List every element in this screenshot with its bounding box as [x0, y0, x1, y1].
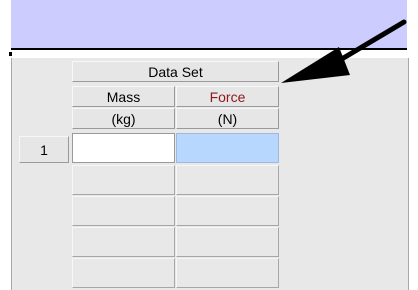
force-cell-row-4[interactable]	[176, 227, 279, 257]
mass-cell-row-1[interactable]	[72, 133, 175, 163]
force-cell-row-5[interactable]	[176, 258, 279, 288]
mass-column-header[interactable]: Mass	[72, 86, 175, 107]
force-cell-row-1[interactable]	[176, 133, 279, 163]
mass-unit-header[interactable]: (kg)	[72, 108, 175, 129]
title-bar	[11, 0, 407, 48]
data-set-header[interactable]: Data Set	[72, 61, 279, 82]
mass-cell-row-4[interactable]	[72, 227, 175, 257]
mass-cell-row-2[interactable]	[72, 165, 175, 195]
row-number-1[interactable]: 1	[19, 136, 69, 163]
mass-cell-row-5[interactable]	[72, 258, 175, 288]
mass-cell-row-3[interactable]	[72, 196, 175, 226]
force-unit-header[interactable]: (N)	[176, 108, 279, 129]
force-column-header[interactable]: Force	[176, 86, 279, 107]
title-divider	[11, 48, 407, 50]
force-cell-row-3[interactable]	[176, 196, 279, 226]
window-corner-mark	[9, 52, 12, 56]
force-cell-row-2[interactable]	[176, 165, 279, 195]
